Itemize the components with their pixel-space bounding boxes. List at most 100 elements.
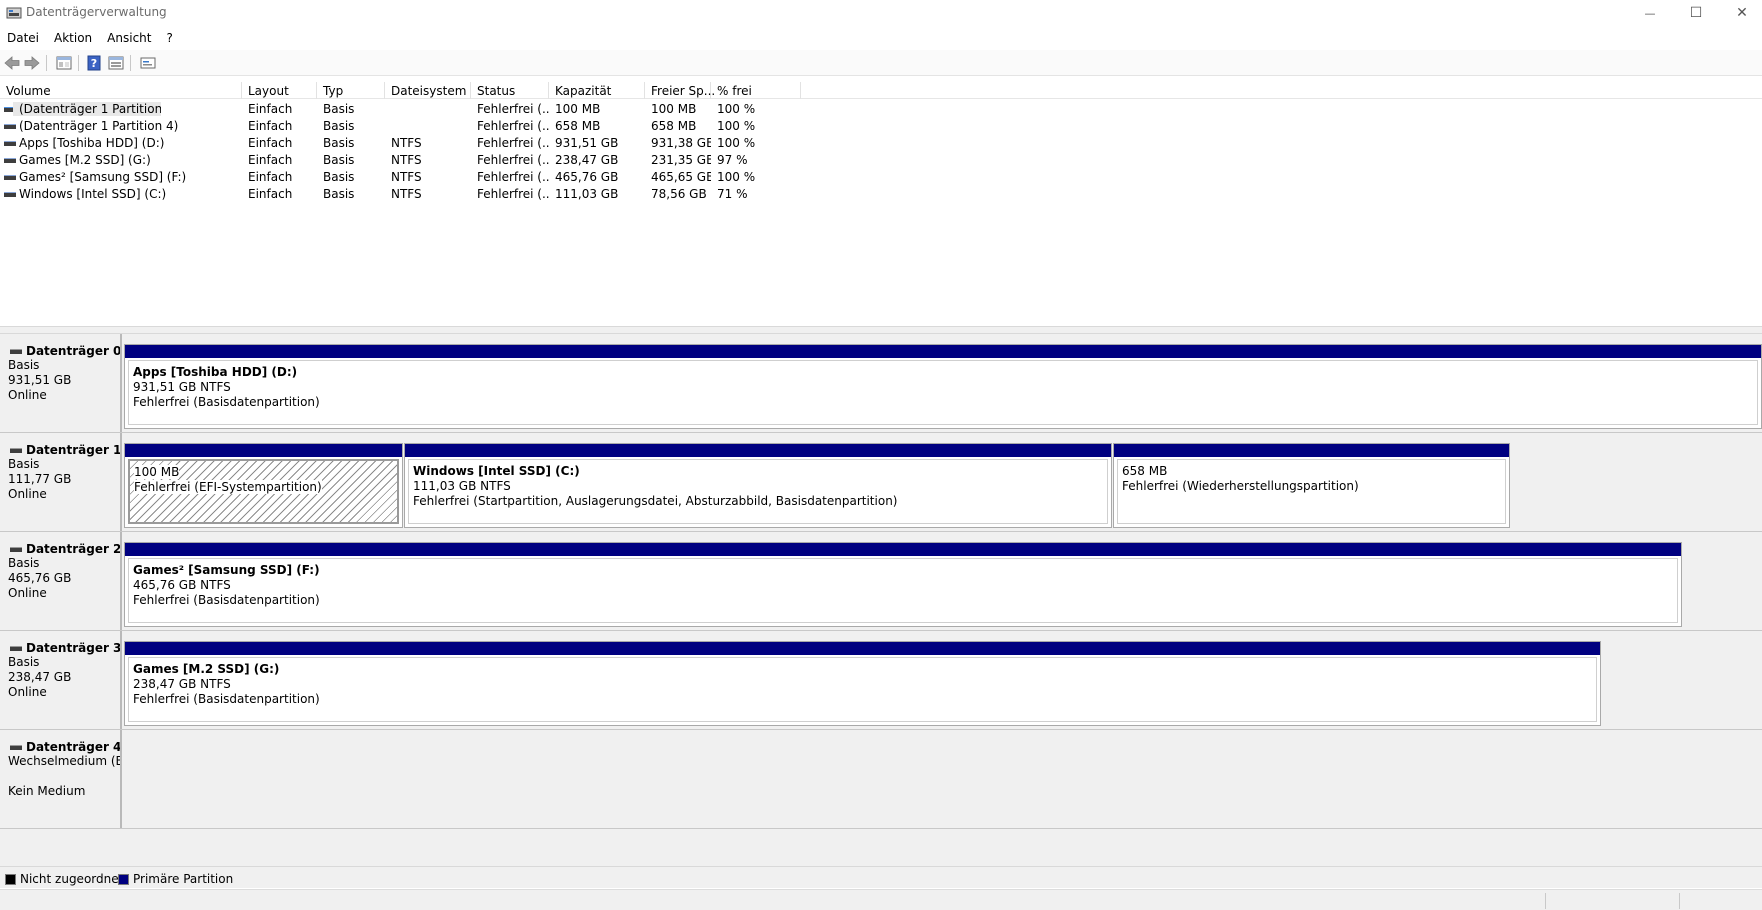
partition-body: Games [M.2 SSD] (G:) 238,47 GB NTFS Fehl… [128, 657, 1597, 722]
legend-label: Nicht zugeordnet [20, 872, 124, 886]
volume-capacity: 931,51 GB [555, 136, 619, 150]
table-row[interactable]: (Datenträger 1 Partition 1) Einfach Basi… [0, 101, 800, 118]
toolbar: ? [0, 50, 1762, 76]
partition-recovery[interactable]: 658 MB Fehlerfrei (Wiederherstellungspar… [1113, 443, 1510, 528]
menu-datei[interactable]: Datei [0, 28, 47, 50]
volume-free-space: 100 MB [651, 102, 697, 116]
primary-partition-bar [125, 345, 1761, 358]
disk-label-1[interactable]: Datenträger 1 Basis 111,77 GB Online [0, 433, 122, 531]
table-row[interactable]: (Datenträger 1 Partition 4) Einfach Basi… [0, 118, 800, 135]
primary-partition-bar [405, 444, 1111, 457]
volume-status: Fehlerfrei (... [477, 153, 549, 167]
disk-label-0[interactable]: Datenträger 0 Basis 931,51 GB Online [0, 334, 122, 432]
menu-ansicht[interactable]: Ansicht [100, 28, 159, 50]
disk-label-4[interactable]: Datenträger 4 Wechselmedium (E: Kein Med… [0, 730, 122, 828]
volume-percent-free: 97 % [717, 153, 748, 167]
volume-status: Fehlerfrei (... [477, 119, 549, 133]
volume-status: Fehlerfrei (... [477, 187, 549, 201]
volume-filesystem: NTFS [391, 136, 422, 150]
legend: Nicht zugeordnet Primäre Partition [0, 866, 1762, 888]
column-header-status[interactable]: Status [471, 82, 549, 99]
partition-title: Apps [Toshiba HDD] (D:) [133, 365, 298, 379]
column-header-layout[interactable]: Layout [242, 82, 317, 99]
partition-size: 100 MB [134, 465, 180, 479]
table-row[interactable]: Games [M.2 SSD] (G:) Einfach Basis NTFS … [0, 152, 800, 169]
table-row[interactable]: Games² [Samsung SSD] (F:) Einfach Basis … [0, 169, 800, 186]
table-row[interactable]: Windows [Intel SSD] (C:) Einfach Basis N… [0, 186, 800, 203]
column-header-dateisystem[interactable]: Dateisystem [385, 82, 471, 99]
disk-label-2[interactable]: Datenträger 2 Basis 465,76 GB Online [0, 532, 122, 630]
disk-size: 931,51 GB [8, 373, 72, 387]
partition-games-g[interactable]: Games [M.2 SSD] (G:) 238,47 GB NTFS Fehl… [124, 641, 1601, 726]
close-button[interactable]: ✕ [1719, 0, 1762, 26]
column-header-volume[interactable]: Volume [0, 82, 242, 99]
window-title: Datenträgerverwaltung [26, 5, 167, 19]
volume-typ: Basis [323, 187, 355, 201]
disk-name: Datenträger 4 [26, 740, 122, 754]
partition-windows-c[interactable]: Windows [Intel SSD] (C:) 111,03 GB NTFS … [404, 443, 1112, 528]
table-row[interactable]: Apps [Toshiba HDD] (D:) Einfach Basis NT… [0, 135, 800, 152]
partition-title: Games [M.2 SSD] (G:) [133, 662, 280, 676]
legend-swatch [118, 874, 129, 885]
disk-type: Basis [8, 457, 40, 471]
disk-row-3: Datenträger 3 Basis 238,47 GB Online Gam… [0, 631, 1762, 730]
partition-status: Fehlerfrei (Basisdatenpartition) [133, 395, 320, 409]
help-icon[interactable]: ? [85, 54, 103, 72]
volume-name: Apps [Toshiba HDD] (D:) [19, 136, 165, 150]
volume-layout: Einfach [248, 153, 293, 167]
disk-view-icon[interactable] [139, 54, 157, 72]
volume-list: Volume Layout Typ Dateisystem Status Kap… [0, 82, 1762, 326]
partition-body: Windows [Intel SSD] (C:) 111,03 GB NTFS … [408, 459, 1108, 524]
column-header-freier-speicher[interactable]: Freier Sp... [645, 82, 715, 99]
partition-status: Fehlerfrei (Wiederherstellungspartition) [1122, 479, 1359, 493]
partition-apps-d[interactable]: Apps [Toshiba HDD] (D:) 931,51 GB NTFS F… [124, 344, 1762, 429]
partition-games2-f[interactable]: Games² [Samsung SSD] (F:) 465,76 GB NTFS… [124, 542, 1682, 627]
column-header-prozent-frei[interactable]: % frei [711, 82, 801, 99]
list-header: Volume Layout Typ Dateisystem Status Kap… [0, 82, 1762, 99]
disk-label-3[interactable]: Datenträger 3 Basis 238,47 GB Online [0, 631, 122, 729]
title-bar: Datenträgerverwaltung — ☐ ✕ [0, 0, 1762, 26]
partition-size: 931,51 GB NTFS [133, 380, 231, 394]
disk-icon [10, 646, 22, 651]
primary-partition-bar [125, 642, 1600, 655]
volume-layout: Einfach [248, 187, 293, 201]
disk-name: Datenträger 2 [26, 542, 122, 556]
volume-name: Games² [Samsung SSD] (F:) [19, 170, 187, 184]
disk-type: Basis [8, 655, 40, 669]
partition-efi[interactable]: 100 MB Fehlerfrei (EFI-Systempartition) [124, 443, 403, 528]
disk-icon [10, 448, 22, 453]
volume-typ: Basis [323, 136, 355, 150]
volume-filesystem: NTFS [391, 170, 422, 184]
forward-arrow-icon[interactable] [23, 54, 41, 72]
disk-row-1: Datenträger 1 Basis 111,77 GB Online 100… [0, 433, 1762, 532]
menu-bar: Datei Aktion Ansicht ? [0, 28, 181, 50]
properties-icon[interactable] [107, 54, 125, 72]
primary-partition-bar [125, 543, 1681, 556]
disk-type: Wechselmedium (E: [8, 754, 122, 768]
disk-name: Datenträger 3 [26, 641, 122, 655]
disk-name: Datenträger 1 [26, 443, 122, 457]
volume-name: Windows [Intel SSD] (C:) [19, 187, 167, 201]
minimize-button[interactable]: — [1627, 0, 1673, 26]
status-separator [1679, 893, 1680, 909]
menu-aktion[interactable]: Aktion [47, 28, 100, 50]
menu-help[interactable]: ? [159, 28, 180, 50]
close-icon: ✕ [1736, 5, 1748, 21]
partition-status: Fehlerfrei (Basisdatenpartition) [133, 593, 320, 607]
console-tree-icon[interactable] [55, 54, 73, 72]
disk-size: 465,76 GB [8, 571, 72, 585]
status-separator [1545, 893, 1546, 909]
partition-body: Apps [Toshiba HDD] (D:) 931,51 GB NTFS F… [128, 360, 1758, 425]
disk-state: Online [8, 685, 47, 699]
maximize-button[interactable]: ☐ [1673, 0, 1719, 26]
pane-splitter[interactable] [0, 326, 1762, 334]
svg-text:?: ? [91, 57, 97, 70]
disk-icon [10, 547, 22, 552]
disk-row-0: Datenträger 0 Basis 931,51 GB Online App… [0, 334, 1762, 433]
column-header-typ[interactable]: Typ [317, 82, 385, 99]
back-arrow-icon[interactable] [3, 54, 21, 72]
toolbar-separator [46, 55, 47, 71]
partition-body: 100 MB Fehlerfrei (EFI-Systempartition) [128, 459, 399, 524]
disk-type: Basis [8, 556, 40, 570]
column-header-kapazitaet[interactable]: Kapazität [549, 82, 645, 99]
